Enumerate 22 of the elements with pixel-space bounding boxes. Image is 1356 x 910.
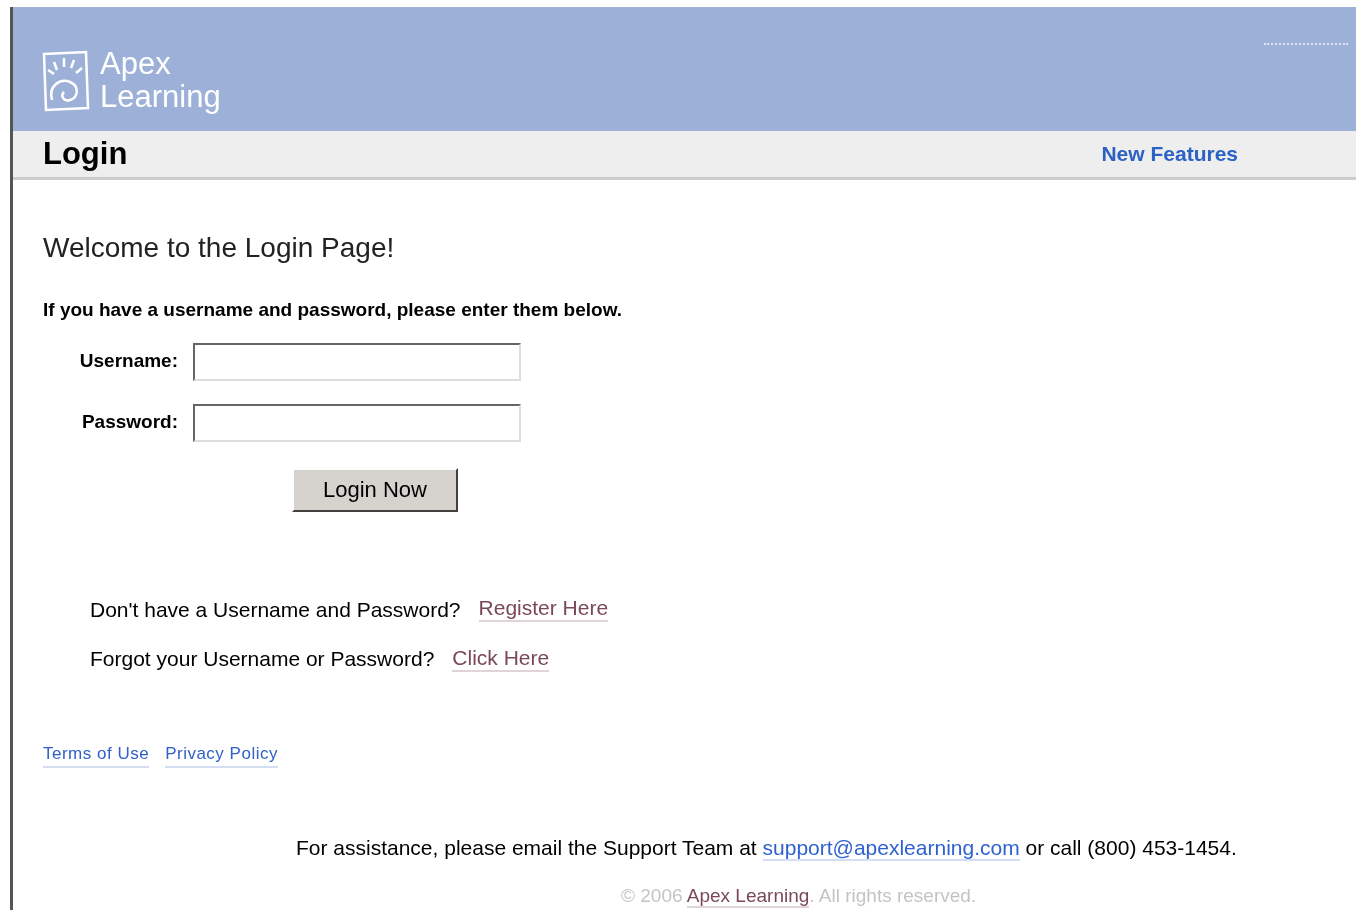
footer-link[interactable]: Privacy Policy [165, 740, 278, 768]
field-label: Username: [78, 349, 179, 374]
field-label: Password: [80, 410, 179, 435]
instructions-text: If you have a username and password, please enter them below. [43, 298, 623, 322]
help-question: Don't have a Username and Password? [90, 596, 461, 623]
company-link[interactable]: Apex Learning [686, 884, 810, 908]
logo-text: Learning [100, 80, 221, 113]
welcome-heading: Welcome to the Login Page! [43, 231, 396, 265]
assistance-text: For assistance, please email the Support Team at support@apexlearning.com or call (800) 453-1454. [296, 835, 1238, 863]
help-link[interactable]: Click Here [452, 645, 550, 672]
input-field[interactable] [193, 403, 521, 442]
help-question: Forgot your Username or Password? [90, 646, 435, 672]
new-features-link[interactable]: New Features [1101, 138, 1238, 170]
footer-link[interactable]: Terms of Use [43, 740, 150, 768]
support-email-link[interactable]: support@apexlearning.com [762, 836, 1020, 861]
login-button[interactable]: Login Now [292, 467, 458, 512]
page-title: Login [43, 134, 128, 173]
copyright-text: © 2006 Apex Learning. All rights reserved. [621, 883, 978, 910]
help-link[interactable]: Register Here [478, 596, 609, 623]
logo-text: Apex [100, 47, 172, 80]
logo-icon [40, 48, 92, 112]
input-field[interactable] [193, 342, 521, 381]
